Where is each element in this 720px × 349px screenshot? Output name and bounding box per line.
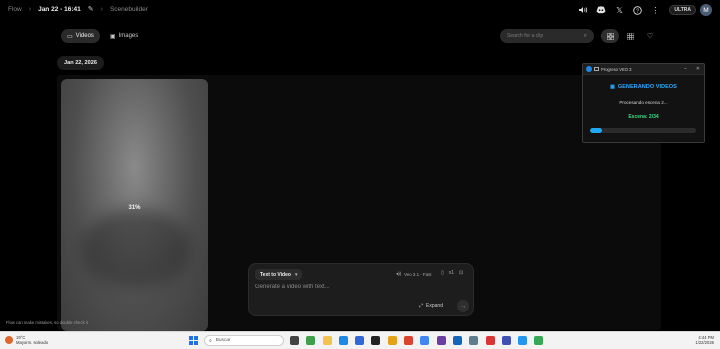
image-icon: ▣ [109, 33, 116, 40]
system-clock[interactable]: 4:44 PM 1/22/2026 [695, 335, 714, 346]
heart-icon: ♡ [646, 33, 654, 40]
breadcrumb-root[interactable]: Flow [8, 6, 22, 13]
settings-icon[interactable]: ⊡ [459, 270, 463, 276]
chrome-profile-icon[interactable] [420, 336, 430, 345]
grid-small-view-button[interactable] [621, 29, 639, 43]
minimize-icon[interactable]: – [684, 66, 687, 72]
clock-date: 1/22/2026 [695, 340, 714, 346]
progress-status: Procesando escena 2... [619, 100, 668, 105]
send-button[interactable]: → [457, 300, 469, 312]
generation-progress-label: 31% [128, 205, 141, 211]
scene-counter: Escena: 2/34 [628, 114, 659, 120]
edge-icon[interactable] [338, 336, 348, 345]
terminal-icon[interactable] [371, 336, 381, 345]
expand-button[interactable]: ⤢ Expand [419, 303, 443, 309]
prompt-input[interactable] [255, 284, 455, 294]
app-icon[interactable] [452, 336, 462, 345]
grid-large-view-button[interactable] [601, 29, 619, 43]
search-icon: ⌕ [209, 338, 212, 344]
chevron-right-icon: › [28, 5, 32, 13]
date-group-label: Jan 22, 2026 [57, 56, 104, 70]
speaker-icon[interactable] [577, 4, 589, 16]
disclaimer-text: Flow can make mistakes, so double-check … [6, 320, 88, 325]
progress-window: Progreso VEO 3 – ✕ ▦ GENERANDO VIDEOS Pr… [582, 63, 705, 143]
taskbar: 19°C Mayorm. soleado ⌕ Buscar 4:44 PM 1/… [0, 331, 720, 349]
chrome-profile-icon[interactable] [404, 336, 414, 345]
svg-text:?: ? [636, 8, 639, 14]
tab-videos-label: Videos [75, 33, 94, 39]
app-icon[interactable] [469, 336, 479, 345]
chevron-down-icon: ▾ [294, 271, 298, 278]
chrome-profile-icon[interactable] [534, 336, 544, 345]
model-select[interactable]: ◂)) Veo 3.1 - Fast [396, 271, 431, 277]
video-clip-card[interactable]: 31% [61, 79, 208, 331]
close-icon[interactable]: ✕ [696, 66, 700, 72]
view-toggle: ♡ [601, 29, 661, 43]
tab-images-label: Images [118, 33, 139, 39]
breadcrumb: Flow › Jan 22 - 16:41 ✎ › Scenebuilder [8, 5, 148, 14]
media-type-tabs: ▭ Videos ▣ Images [61, 29, 148, 43]
app-icon[interactable] [501, 336, 511, 345]
expand-label: Expand [426, 303, 443, 309]
weather-desc: Mayorm. soleado [16, 340, 49, 345]
prompt-panel: Text to Video ▾ ◂)) Veo 3.1 - Fast ▯ x1 … [248, 263, 474, 316]
grid-large-icon [606, 32, 614, 40]
edit-icon[interactable]: ✎ [88, 5, 94, 13]
output-count[interactable]: x1 [449, 270, 454, 276]
clip-search: ⌕ [500, 29, 594, 43]
taskbar-search[interactable]: ⌕ Buscar [204, 335, 284, 346]
windows-start-icon[interactable] [189, 336, 198, 345]
search-icon: ⌕ [583, 32, 587, 39]
plan-badge: ULTRA [669, 5, 696, 15]
chrome-profile-icon[interactable] [485, 336, 495, 345]
favorites-view-button[interactable]: ♡ [641, 29, 659, 43]
weather-icon [5, 336, 13, 344]
progress-bar [590, 128, 696, 133]
weather-widget[interactable]: 19°C Mayorm. soleado [5, 335, 48, 345]
app-icon[interactable] [518, 336, 528, 345]
store-icon[interactable] [355, 336, 365, 345]
file-explorer-icon[interactable] [322, 336, 332, 345]
mode-select[interactable]: Text to Video ▾ [255, 269, 303, 280]
blurred-preview [81, 209, 191, 289]
help-icon[interactable]: ? [631, 4, 643, 16]
app-icon [586, 66, 592, 72]
breadcrumb-page[interactable]: Scenebuilder [110, 6, 148, 13]
progress-heading: ▦ GENERANDO VIDEOS [583, 84, 704, 90]
task-view-icon[interactable] [290, 336, 299, 345]
chrome-icon[interactable] [306, 336, 316, 345]
arrow-right-icon: → [459, 302, 467, 310]
mode-select-label: Text to Video [260, 271, 291, 278]
avatar[interactable]: M [700, 4, 712, 16]
x-icon[interactable]: 𝕏 [613, 4, 625, 16]
progress-bar-fill [590, 128, 602, 133]
search-input[interactable] [507, 33, 584, 39]
expand-icon: ⤢ [419, 303, 424, 309]
taskbar-apps [290, 336, 551, 345]
progress-window-titlebar[interactable]: Progreso VEO 3 – ✕ [583, 64, 704, 75]
top-bar: Flow › Jan 22 - 16:41 ✎ › Scenebuilder 𝕏… [0, 0, 720, 20]
chevron-right-icon: › [100, 5, 103, 13]
taskbar-search-label: Buscar [215, 338, 231, 343]
grid-small-icon [626, 32, 634, 40]
window-icon [594, 67, 599, 71]
more-icon[interactable]: ⋮ [649, 4, 661, 16]
film-icon: ▦ [610, 84, 615, 90]
tab-images[interactable]: ▣ Images [104, 29, 144, 43]
progress-heading-text: GENERANDO VIDEOS [617, 84, 677, 90]
output-count-icon[interactable]: ▯ [441, 270, 444, 276]
progress-window-title: Progreso VEO 3 [601, 66, 632, 72]
model-label: Veo 3.1 - Fast [404, 271, 432, 277]
app-icon[interactable] [436, 336, 446, 345]
model-icon: ◂)) [396, 271, 402, 276]
app-icon[interactable] [387, 336, 397, 345]
project-title[interactable]: Jan 22 - 16:41 [38, 6, 81, 13]
tab-videos[interactable]: ▭ Videos [61, 29, 100, 43]
video-icon: ▭ [67, 33, 73, 40]
discord-icon[interactable] [595, 4, 607, 16]
